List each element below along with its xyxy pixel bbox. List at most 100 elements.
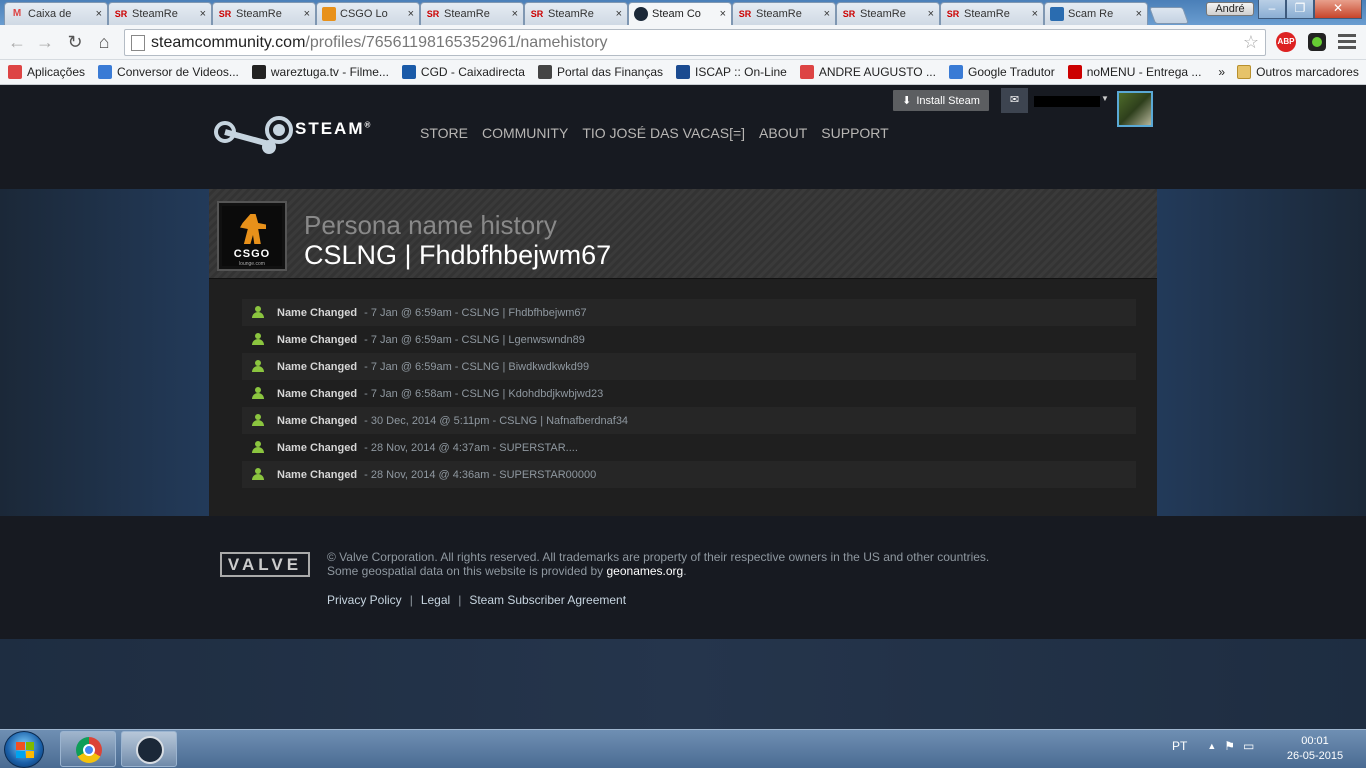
taskbar-steam[interactable] [121,731,177,767]
scam-icon [1050,7,1064,21]
history-date: 7 Jan @ 6:59am [370,333,452,346]
back-icon[interactable]: ← [6,31,28,53]
reload-icon[interactable]: ↻ [64,31,86,53]
browser-tab[interactable]: SR SteamRe × [420,2,524,25]
history-old-name: CSLNG | Fhdbfhbejwm67 [461,306,587,319]
user-avatar[interactable] [1117,91,1153,127]
bookmark-item[interactable]: noMENU - Entrega ... [1067,65,1201,79]
history-label: Name Changed [277,414,358,427]
account-name-redacted[interactable] [1034,96,1100,107]
close-tab-icon[interactable]: × [928,8,934,20]
nav-item[interactable]: STORE [420,125,468,141]
url-path: /profiles/76561198165352961/namehistory [305,33,608,51]
browser-tab[interactable]: CSGO Lo × [316,2,420,25]
close-tab-icon[interactable]: × [824,8,830,20]
bookmark-item[interactable]: Conversor de Videos... [98,65,239,79]
nav-item[interactable]: SUPPORT [821,125,888,141]
browser-tab[interactable]: SR SteamRe × [940,2,1044,25]
footer-link[interactable]: Steam Subscriber Agreement [469,593,626,607]
gmail-icon [799,65,814,79]
url-text[interactable]: steamcommunity.com/profiles/765611981653… [151,34,608,52]
more-bookmarks-button[interactable]: » [1218,65,1225,79]
browser-tab[interactable]: M Caixa de × [4,2,108,25]
show-hidden-icons-icon[interactable]: ▲ [1207,741,1216,751]
close-tab-icon[interactable]: × [1136,8,1142,20]
steam-icon [634,7,648,21]
bookmark-label: ISCAP :: On-Line [695,65,787,79]
tab-label: SteamRe [444,8,490,20]
profile-avatar[interactable]: CSGO lounge.com [217,201,287,271]
bookmark-item[interactable]: wareztuga.tv - Filme... [251,65,389,79]
close-tab-icon[interactable]: × [96,8,102,20]
close-tab-icon[interactable]: × [408,8,414,20]
browser-tab[interactable]: SR SteamRe × [212,2,316,25]
bookmark-item[interactable]: ISCAP :: On-Line [676,65,787,79]
action-center-flag-icon[interactable]: ⚑ [1224,739,1235,753]
maximize-button[interactable]: ❐ [1286,0,1314,19]
tab-label: Scam Re [1068,8,1114,20]
install-steam-label: Install Steam [916,94,980,107]
language-indicator[interactable]: PT [1172,739,1187,753]
tab-label: SteamRe [860,8,906,20]
history-separator: - [489,441,500,454]
close-tab-icon[interactable]: × [200,8,206,20]
history-separator: - [361,333,371,346]
close-tab-icon[interactable]: × [304,8,310,20]
browser-tab[interactable]: SR SteamRe × [108,2,212,25]
history-date: 28 Nov, 2014 @ 4:37am [370,441,490,454]
browser-tab[interactable]: SR SteamRe × [524,2,628,25]
bookmark-item[interactable]: Portal das Finanças [537,65,663,79]
nav-item[interactable]: ABOUT [759,125,807,141]
browser-tab[interactable]: Scam Re × [1044,2,1148,25]
menu-icon[interactable] [1338,34,1356,50]
clock[interactable]: 00:01 26-05-2015 [1280,734,1350,764]
forward-icon[interactable]: → [34,31,56,53]
bookmark-star-icon[interactable]: ☆ [1243,32,1259,53]
tab-label: Steam Co [652,8,701,20]
close-tab-icon[interactable]: × [616,8,622,20]
browser-tab[interactable]: SR SteamRe × [732,2,836,25]
bookmark-item[interactable]: Aplicações [8,65,85,79]
taskbar-chrome[interactable] [60,731,116,767]
profile-badge[interactable]: André [1206,2,1254,16]
bookmark-item[interactable]: ANDRE AUGUSTO ... [799,65,936,79]
other-bookmarks-folder[interactable]: Outros marcadores [1237,65,1359,79]
bookmark-item[interactable]: CGD - Caixadirecta [401,65,525,79]
history-row: Name Changed - 7 Jan @ 6:59am - CSLNG | … [242,326,1136,353]
bookmark-item[interactable]: Google Tradutor [948,65,1055,79]
csgo-lounge-icon [322,7,336,21]
download-icon: ⬇ [902,95,912,107]
geonames-link[interactable]: geonames.org [607,564,684,578]
history-separator: - [361,441,371,454]
close-tab-icon[interactable]: × [512,8,518,20]
history-date: 28 Nov, 2014 @ 4:36am [370,468,490,481]
extension-icon[interactable] [1308,33,1326,51]
adblock-icon[interactable]: ABP [1276,32,1296,52]
close-tab-icon[interactable]: × [720,8,726,20]
footer-link[interactable]: Privacy Policy [327,593,402,607]
chevron-down-icon[interactable]: ▼ [1101,94,1109,103]
network-icon[interactable]: ▭ [1243,739,1254,753]
address-bar[interactable]: steamcommunity.com/profiles/765611981653… [124,29,1266,56]
new-tab-button[interactable] [1148,7,1190,24]
nav-item[interactable]: COMMUNITY [482,125,568,141]
history-label: Name Changed [277,360,358,373]
other-bookmarks-label: Outros marcadores [1256,65,1359,79]
steam-logo-icon [214,116,293,154]
minimize-button[interactable]: – [1258,0,1286,19]
profile-name[interactable]: CSLNG | Fhdbfhbejwm67 [304,240,611,271]
close-window-button[interactable]: ✕ [1314,0,1362,19]
history-row: Name Changed - 7 Jan @ 6:59am - CSLNG | … [242,353,1136,380]
history-date: 7 Jan @ 6:59am [370,306,452,319]
steam-logo[interactable]: STEAM® [213,114,372,158]
browser-tab[interactable]: SR SteamRe × [836,2,940,25]
home-icon[interactable]: ⌂ [93,31,115,53]
valve-logo[interactable]: VALVE [220,552,310,577]
install-steam-button[interactable]: ⬇ Install Steam [893,90,989,111]
nav-item[interactable]: TIO JOSÉ DAS VACAS[=] [582,125,745,141]
notifications-envelope-icon[interactable]: ✉ [1001,88,1028,113]
browser-tab[interactable]: Steam Co × [628,2,732,25]
start-button[interactable] [4,731,44,768]
close-tab-icon[interactable]: × [1032,8,1038,20]
footer-link[interactable]: Legal [421,593,450,607]
